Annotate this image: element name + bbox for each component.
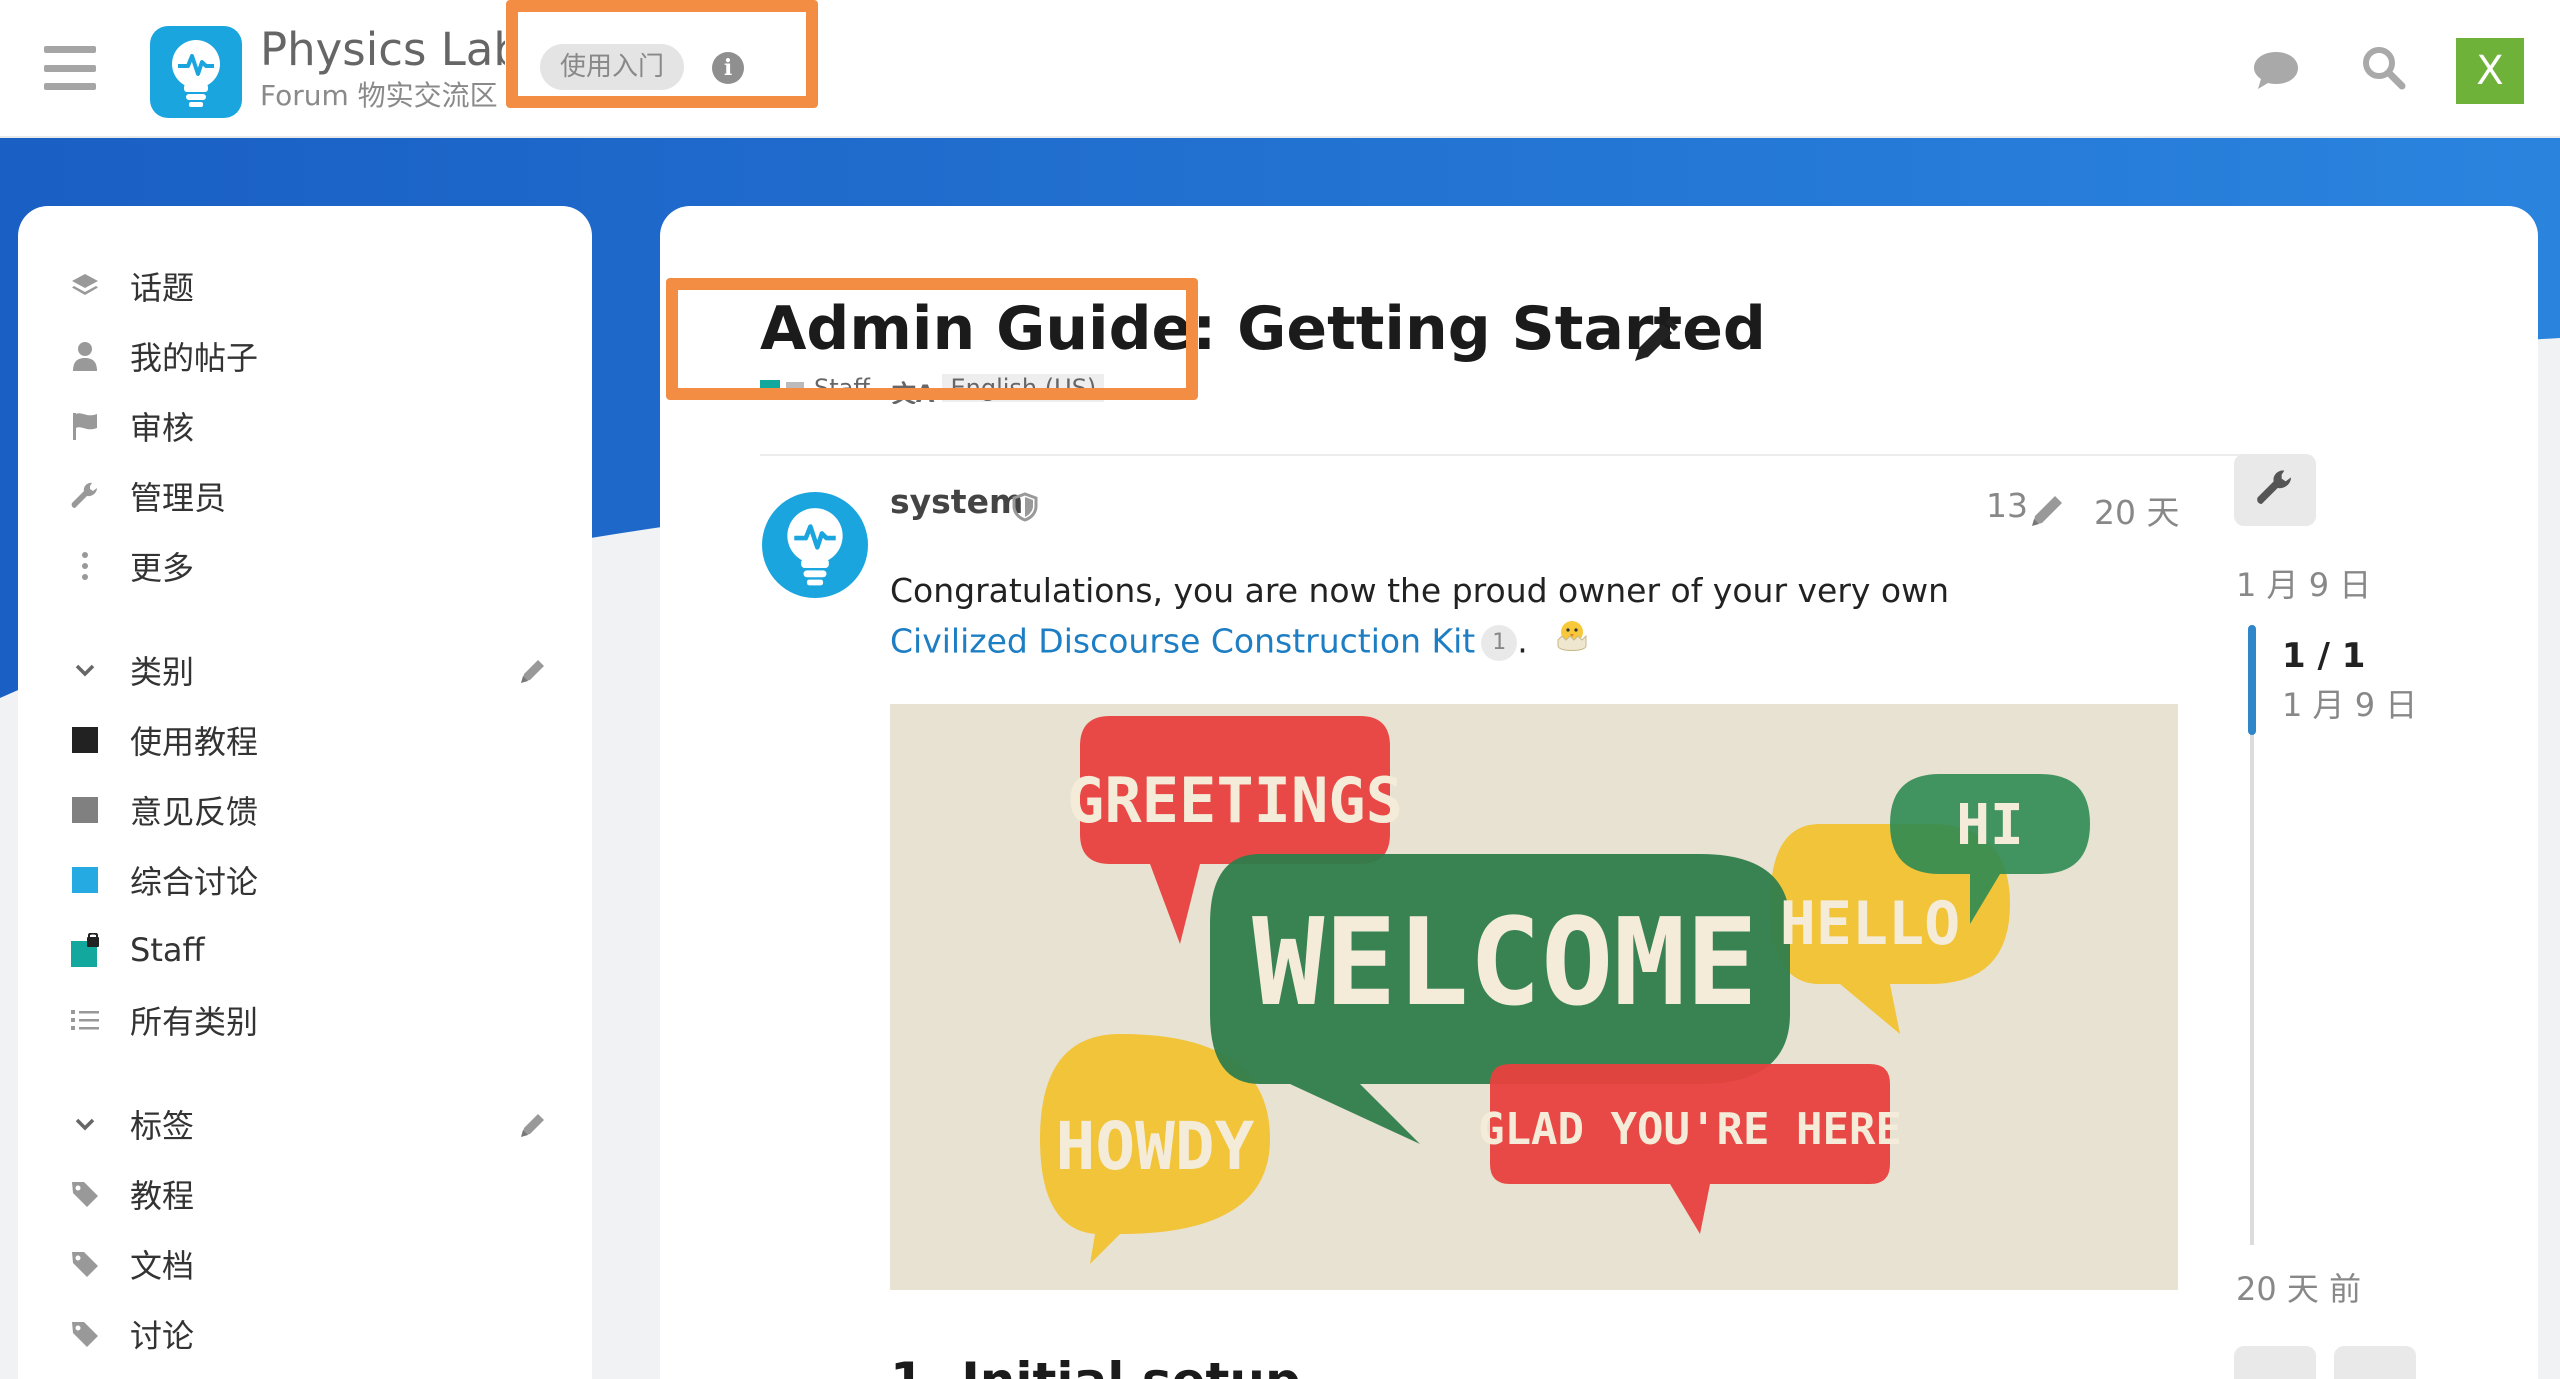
sidebar-item-more[interactable]: 更多	[66, 540, 194, 592]
timeline-scroll-handle[interactable]	[2248, 625, 2256, 735]
title-divider	[760, 454, 2300, 456]
link-click-count: 1	[1481, 625, 1518, 661]
category-square	[66, 861, 104, 899]
categories-section-toggle[interactable]: 类别	[66, 644, 194, 696]
categories-heading: 类别	[130, 653, 195, 691]
sidebar-item-label: 意见反馈	[130, 793, 259, 831]
site-name[interactable]: Physics Lab Forum 物实交流区	[260, 22, 505, 118]
chevron-down-icon	[66, 1105, 104, 1143]
category-color-swatch	[72, 867, 98, 893]
post-body-text: Congratulations, you are now the proud o…	[890, 571, 1950, 610]
post-edit-count[interactable]: 13	[1986, 486, 2028, 525]
hatching-chick-emoji-icon	[1552, 616, 1592, 670]
shield-icon	[1012, 492, 1038, 526]
reply-button[interactable]	[2234, 1346, 2316, 1379]
sidebar-item-label: 话题	[130, 269, 195, 307]
vertical-ellipsis-icon	[66, 547, 104, 585]
category-square	[66, 721, 104, 759]
wrench-icon	[2255, 468, 2295, 512]
sidebar-item-label: 使用教程	[130, 723, 259, 761]
timeline-position-date: 1 月 9 日	[2282, 686, 2418, 724]
sidebar-category-tutorials[interactable]: 使用教程	[66, 714, 258, 766]
sidebar-item-label: 审核	[130, 409, 195, 447]
sidebar-item-label: 我的帖子	[130, 339, 259, 377]
layers-icon	[66, 267, 104, 305]
tags-section-toggle[interactable]: 标签	[66, 1098, 194, 1150]
timeline-start-date[interactable]: 1 月 9 日	[2236, 560, 2371, 606]
sidebar-tag-discussion[interactable]: 讨论	[66, 1308, 194, 1360]
tag-icon	[66, 1175, 104, 1213]
sidebar-item-my-posts[interactable]: 我的帖子	[66, 330, 258, 382]
site-title: Physics Lab	[260, 23, 505, 76]
sidebar-item-label: 文档	[130, 1247, 195, 1285]
welcome-banner-image[interactable]: GREETINGS WELCOME HI HELLO HOWDY GLAD YO…	[890, 704, 2178, 1290]
post-username[interactable]: system	[890, 482, 1023, 521]
chat-icon[interactable]	[2252, 48, 2300, 96]
lightbulb-logo-icon	[172, 40, 220, 107]
sidebar-item-label: 综合讨论	[130, 863, 259, 901]
sidebar-item-admin[interactable]: 管理员	[66, 470, 226, 522]
sidebar-item-label: 讨论	[130, 1317, 195, 1355]
banner-word-howdy: HOWDY	[1056, 1108, 1255, 1185]
banner-word-hi: HI	[1956, 793, 2023, 858]
timeline-end-label[interactable]: 20 天 前	[2236, 1264, 2361, 1310]
edit-history-pencil-icon[interactable]	[2028, 490, 2068, 534]
user-avatar[interactable]: X	[2456, 38, 2524, 104]
sidebar-tag-docs[interactable]: 文档	[66, 1238, 194, 1290]
edit-tags-pencil-icon[interactable]	[518, 1110, 548, 1140]
post-body: Congratulations, you are now the proud o…	[890, 566, 2060, 670]
notification-bell-button[interactable]	[2334, 1346, 2416, 1379]
sidebar-item-label: 教程	[130, 1177, 195, 1215]
sidebar: 话题 我的帖子 审核 管理员 更多 类别 使用教程 意见反馈 综合讨论 Staf…	[18, 206, 592, 1379]
hamburger-menu-icon[interactable]	[44, 46, 96, 90]
wrench-icon	[66, 477, 104, 515]
edit-title-pencil-icon[interactable]	[1630, 316, 1680, 370]
site-header: Physics Lab Forum 物实交流区 使用入门 i X	[0, 0, 2560, 138]
speech-bubbles-illustration: GREETINGS WELCOME HI HELLO HOWDY GLAD YO…	[890, 704, 2178, 1290]
tag-icon	[66, 1245, 104, 1283]
user-icon	[66, 337, 104, 375]
flag-icon	[66, 407, 104, 445]
site-logo[interactable]	[150, 26, 242, 118]
highlight-box-tag	[506, 0, 818, 108]
post-body-end: .	[1517, 621, 1528, 661]
edit-categories-pencil-icon[interactable]	[518, 656, 548, 686]
site-subtitle: Forum 物实交流区	[260, 79, 498, 112]
category-square	[66, 791, 104, 829]
highlight-box-title	[666, 278, 1198, 400]
sidebar-item-label: 更多	[130, 549, 195, 587]
sidebar-item-label: 管理员	[130, 479, 227, 517]
list-icon	[66, 1001, 104, 1039]
chevron-down-icon	[66, 651, 104, 689]
sidebar-all-categories[interactable]: 所有类别	[66, 994, 258, 1046]
sidebar-category-staff[interactable]: Staff	[66, 924, 205, 976]
sidebar-item-review[interactable]: 审核	[66, 400, 194, 452]
section-heading-initial-setup: 1. Initial setup	[890, 1352, 1301, 1379]
timeline-position: 1 / 1	[2282, 636, 2366, 676]
category-color-swatch	[72, 797, 98, 823]
post-date[interactable]: 20 天	[2094, 486, 2179, 534]
banner-word-hello: HELLO	[1780, 889, 1961, 959]
sidebar-item-label: Staff	[130, 931, 205, 969]
banner-word-glad: GLAD YOU'RE HERE	[1478, 1104, 1902, 1155]
category-color-swatch	[72, 727, 98, 753]
tag-icon	[66, 1315, 104, 1353]
lightbulb-avatar-icon	[787, 508, 843, 586]
lock-category-icon	[66, 931, 104, 969]
sidebar-category-general[interactable]: 综合讨论	[66, 854, 258, 906]
sidebar-item-label: 所有类别	[130, 1003, 259, 1041]
sidebar-category-feedback[interactable]: 意见反馈	[66, 784, 258, 836]
sidebar-item-topics[interactable]: 话题	[66, 260, 194, 312]
topic-admin-wrench-button[interactable]	[2234, 454, 2316, 526]
post-author-avatar[interactable]	[762, 492, 868, 598]
banner-word-greetings: GREETINGS	[1067, 764, 1403, 837]
cdck-link[interactable]: Civilized Discourse Construction Kit	[890, 622, 1475, 661]
tags-heading: 标签	[130, 1107, 195, 1145]
banner-word-welcome: WELCOME	[1252, 894, 1758, 1033]
search-icon[interactable]	[2360, 44, 2406, 94]
sidebar-tag-tutorial[interactable]: 教程	[66, 1168, 194, 1220]
